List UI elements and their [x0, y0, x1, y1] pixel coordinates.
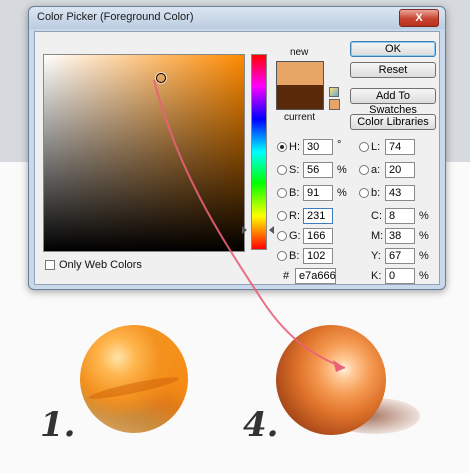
a-label: a: [371, 164, 381, 176]
hue-slider-left-arrow-icon[interactable] [242, 226, 247, 234]
dialog-title: Color Picker (Foreground Color) [37, 11, 194, 23]
orange-sphere-step-1 [80, 325, 188, 433]
s-radio[interactable] [277, 165, 287, 175]
s-unit: % [337, 164, 347, 176]
color-libraries-button[interactable]: Color Libraries [350, 114, 436, 130]
r-label: R: [289, 210, 300, 222]
blue-label: B: [289, 250, 300, 262]
g-input[interactable]: 166 [303, 228, 333, 244]
hue-slider-right-arrow-icon[interactable] [269, 226, 274, 234]
lab-b-radio[interactable] [359, 188, 369, 198]
brightness-input[interactable]: 91 [303, 185, 333, 201]
current-color-swatch[interactable] [276, 85, 324, 110]
color-selection-cursor[interactable] [156, 73, 166, 83]
k-label: K: [371, 270, 382, 282]
k-unit: % [419, 270, 429, 282]
step-label-1: 1. [40, 405, 76, 445]
l-input[interactable]: 74 [385, 139, 415, 155]
y-label: Y: [371, 250, 381, 262]
color-picker-dialog: Color Picker (Foreground Color) X new cu… [28, 6, 446, 290]
lab-b-input[interactable]: 43 [385, 185, 415, 201]
l-radio[interactable] [359, 142, 369, 152]
y-unit: % [419, 250, 429, 262]
c-input[interactable]: 8 [385, 208, 415, 224]
blue-input[interactable]: 102 [303, 248, 333, 264]
g-label: G: [289, 230, 301, 242]
h-unit: ° [337, 139, 342, 151]
h-label: H: [289, 141, 300, 153]
a-radio[interactable] [359, 165, 369, 175]
web-safe-swatch-icon[interactable] [329, 99, 340, 110]
y-input[interactable]: 67 [385, 248, 415, 264]
ok-button[interactable]: OK [350, 41, 436, 57]
lab-b-label: b: [371, 187, 381, 199]
current-color-label: current [284, 112, 316, 123]
hex-label: # [283, 270, 290, 282]
brightness-label: B: [289, 187, 300, 199]
m-label: M: [371, 230, 384, 242]
brightness-radio[interactable] [277, 188, 287, 198]
r-input[interactable]: 231 [303, 208, 333, 224]
c-label: C: [371, 210, 382, 222]
h-input[interactable]: 30 [303, 139, 333, 155]
shaded-sphere-step-4 [276, 325, 386, 435]
a-input[interactable]: 20 [385, 162, 415, 178]
dialog-body: new current OK Reset Add To Swatches Col… [34, 31, 440, 285]
new-color-swatch [276, 61, 324, 86]
k-input[interactable]: 0 [385, 268, 415, 284]
saturation-brightness-field[interactable] [43, 54, 245, 252]
reset-button[interactable]: Reset [350, 62, 436, 78]
s-label: S: [289, 164, 300, 176]
h-radio[interactable] [277, 142, 287, 152]
l-label: L: [371, 141, 381, 153]
only-web-colors-checkbox[interactable] [45, 260, 55, 270]
c-unit: % [419, 210, 429, 222]
add-to-swatches-button[interactable]: Add To Swatches [350, 88, 436, 116]
title-bar: Color Picker (Foreground Color) X [29, 7, 445, 29]
hue-slider[interactable] [251, 54, 267, 250]
hex-input[interactable]: e7a666 [295, 268, 336, 284]
close-button[interactable]: X [399, 9, 439, 27]
r-radio[interactable] [277, 211, 287, 221]
g-radio[interactable] [277, 231, 287, 241]
only-web-colors-label: Only Web Colors [59, 259, 142, 271]
step-label-4: 4. [243, 405, 279, 445]
m-unit: % [419, 230, 429, 242]
out-of-gamut-cube-icon[interactable] [329, 87, 339, 97]
m-input[interactable]: 38 [385, 228, 415, 244]
s-input[interactable]: 56 [303, 162, 333, 178]
new-color-label: new [290, 47, 309, 58]
blue-radio[interactable] [277, 251, 287, 261]
brightness-unit: % [337, 187, 347, 199]
